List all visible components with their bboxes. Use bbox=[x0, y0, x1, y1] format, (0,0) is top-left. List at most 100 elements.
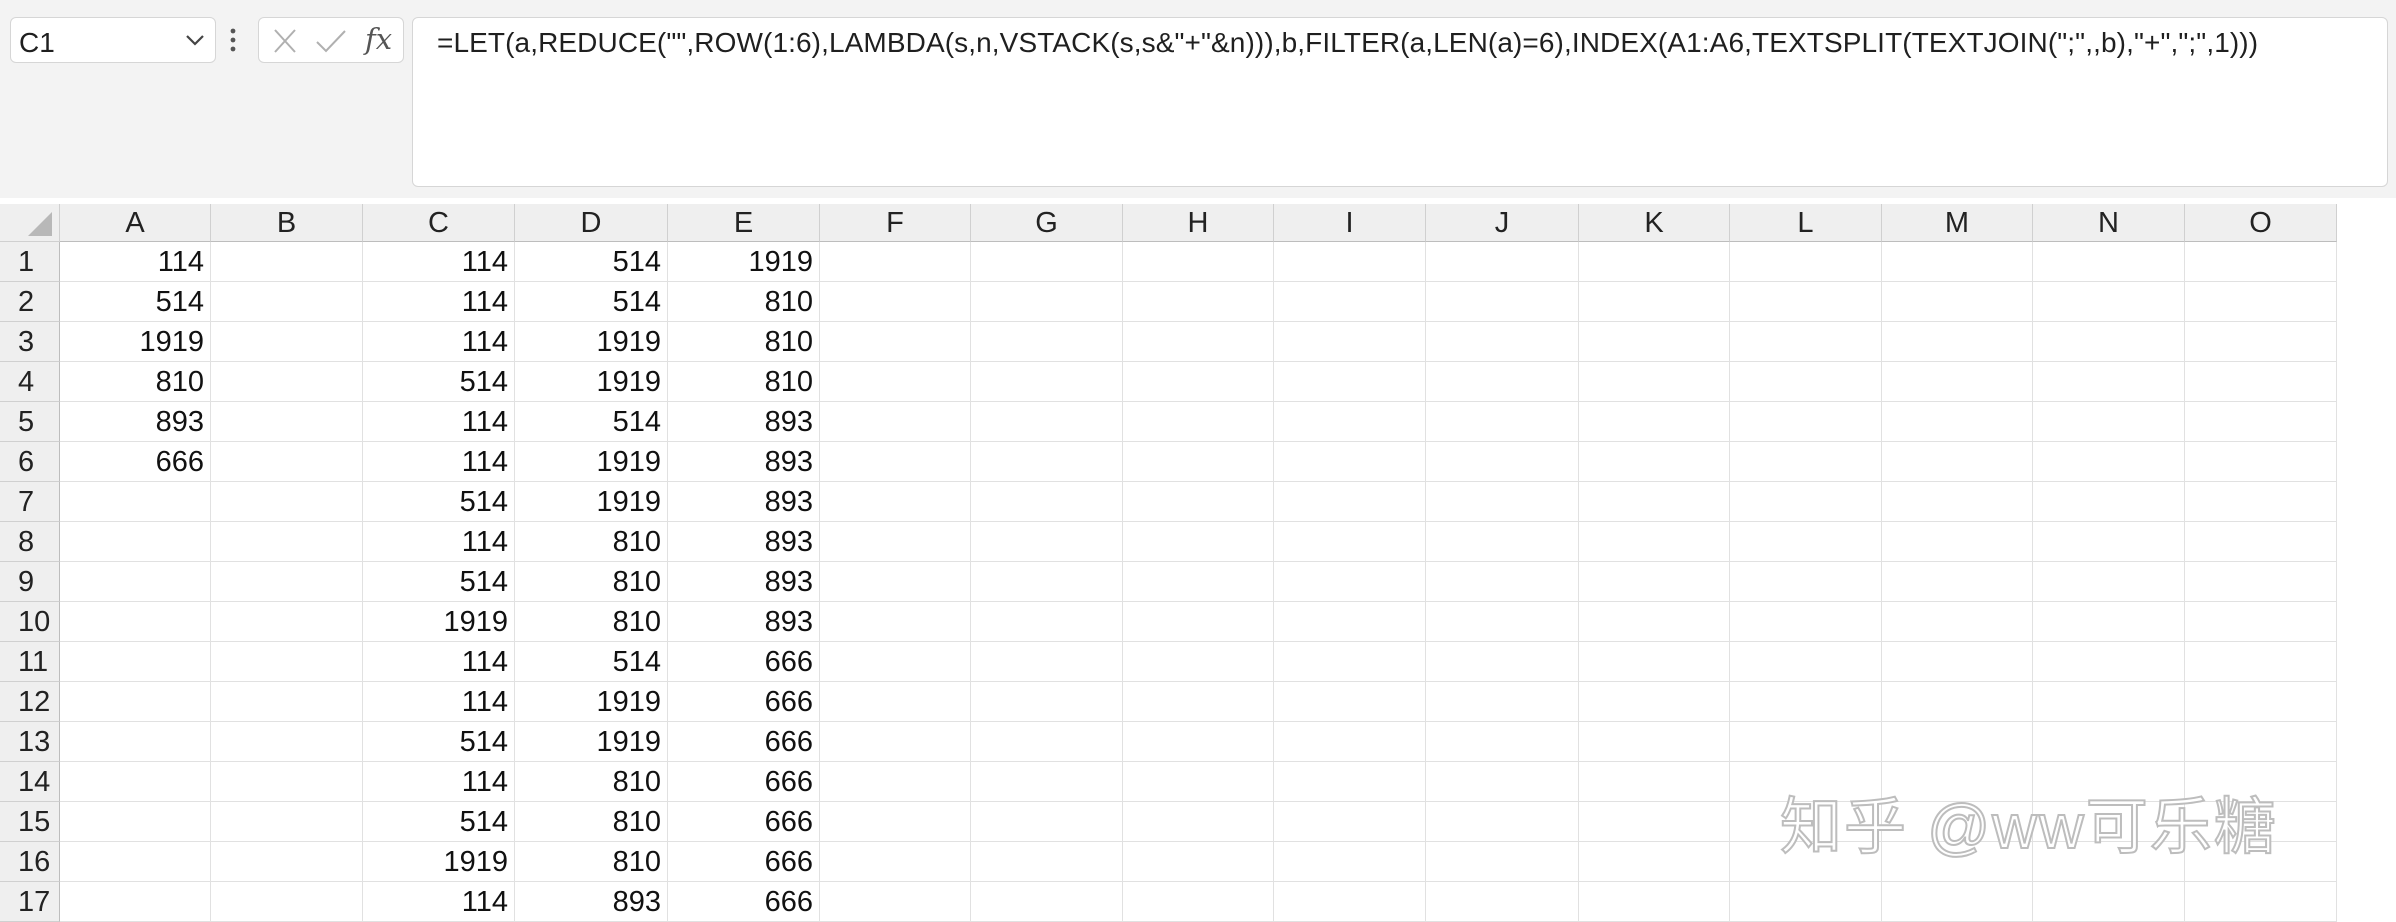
cell-g14[interactable] bbox=[971, 762, 1123, 802]
cell-h3[interactable] bbox=[1123, 322, 1274, 362]
cell-h11[interactable] bbox=[1123, 642, 1274, 682]
cell-l9[interactable] bbox=[1730, 562, 1882, 602]
cell-b12[interactable] bbox=[211, 682, 363, 722]
cell-a1[interactable]: 114 bbox=[60, 242, 211, 282]
cell-j4[interactable] bbox=[1426, 362, 1579, 402]
row-header[interactable]: 3 bbox=[0, 322, 60, 362]
cell-o2[interactable] bbox=[2185, 282, 2337, 322]
cell-c2[interactable]: 114 bbox=[363, 282, 515, 322]
cell-o17[interactable] bbox=[2185, 882, 2337, 922]
cell-c16[interactable]: 1919 bbox=[363, 842, 515, 882]
cell-a7[interactable] bbox=[60, 482, 211, 522]
cell-o1[interactable] bbox=[2185, 242, 2337, 282]
cell-d6[interactable]: 1919 bbox=[515, 442, 668, 482]
cell-o13[interactable] bbox=[2185, 722, 2337, 762]
cell-o4[interactable] bbox=[2185, 362, 2337, 402]
cell-a11[interactable] bbox=[60, 642, 211, 682]
row-header[interactable]: 9 bbox=[0, 562, 60, 602]
cell-f3[interactable] bbox=[820, 322, 971, 362]
cell-c7[interactable]: 514 bbox=[363, 482, 515, 522]
cell-n10[interactable] bbox=[2033, 602, 2185, 642]
cell-a5[interactable]: 893 bbox=[60, 402, 211, 442]
cell-i10[interactable] bbox=[1274, 602, 1426, 642]
cell-h6[interactable] bbox=[1123, 442, 1274, 482]
cell-c11[interactable]: 114 bbox=[363, 642, 515, 682]
vertical-ellipsis-icon[interactable] bbox=[225, 22, 241, 58]
cell-d10[interactable]: 810 bbox=[515, 602, 668, 642]
cell-k8[interactable] bbox=[1579, 522, 1730, 562]
cell-m12[interactable] bbox=[1882, 682, 2033, 722]
cell-l1[interactable] bbox=[1730, 242, 1882, 282]
cell-j17[interactable] bbox=[1426, 882, 1579, 922]
cell-n12[interactable] bbox=[2033, 682, 2185, 722]
cell-c10[interactable]: 1919 bbox=[363, 602, 515, 642]
cell-i14[interactable] bbox=[1274, 762, 1426, 802]
cell-i12[interactable] bbox=[1274, 682, 1426, 722]
cell-h17[interactable] bbox=[1123, 882, 1274, 922]
cell-l10[interactable] bbox=[1730, 602, 1882, 642]
cell-f6[interactable] bbox=[820, 442, 971, 482]
cell-k11[interactable] bbox=[1579, 642, 1730, 682]
column-header-k[interactable]: K bbox=[1579, 204, 1730, 242]
row-header[interactable]: 2 bbox=[0, 282, 60, 322]
column-header-d[interactable]: D bbox=[515, 204, 668, 242]
cell-o11[interactable] bbox=[2185, 642, 2337, 682]
cell-l4[interactable] bbox=[1730, 362, 1882, 402]
cell-k9[interactable] bbox=[1579, 562, 1730, 602]
cell-a17[interactable] bbox=[60, 882, 211, 922]
cell-j16[interactable] bbox=[1426, 842, 1579, 882]
row-header[interactable]: 14 bbox=[0, 762, 60, 802]
cell-i3[interactable] bbox=[1274, 322, 1426, 362]
cell-f11[interactable] bbox=[820, 642, 971, 682]
cell-b4[interactable] bbox=[211, 362, 363, 402]
row-header[interactable]: 12 bbox=[0, 682, 60, 722]
cell-l3[interactable] bbox=[1730, 322, 1882, 362]
cell-n17[interactable] bbox=[2033, 882, 2185, 922]
cell-f7[interactable] bbox=[820, 482, 971, 522]
chevron-down-icon[interactable] bbox=[183, 28, 207, 52]
column-header-l[interactable]: L bbox=[1730, 204, 1882, 242]
cell-b13[interactable] bbox=[211, 722, 363, 762]
cell-e16[interactable]: 666 bbox=[668, 842, 820, 882]
cell-g1[interactable] bbox=[971, 242, 1123, 282]
cell-e6[interactable]: 893 bbox=[668, 442, 820, 482]
cell-g16[interactable] bbox=[971, 842, 1123, 882]
cell-g2[interactable] bbox=[971, 282, 1123, 322]
cell-g15[interactable] bbox=[971, 802, 1123, 842]
row-header[interactable]: 11 bbox=[0, 642, 60, 682]
cell-g17[interactable] bbox=[971, 882, 1123, 922]
cell-a8[interactable] bbox=[60, 522, 211, 562]
cell-d15[interactable]: 810 bbox=[515, 802, 668, 842]
cell-j11[interactable] bbox=[1426, 642, 1579, 682]
cell-o6[interactable] bbox=[2185, 442, 2337, 482]
cell-k5[interactable] bbox=[1579, 402, 1730, 442]
cell-a14[interactable] bbox=[60, 762, 211, 802]
cell-g11[interactable] bbox=[971, 642, 1123, 682]
name-box-value[interactable]: C1 bbox=[19, 27, 55, 59]
cell-b10[interactable] bbox=[211, 602, 363, 642]
cell-m6[interactable] bbox=[1882, 442, 2033, 482]
cell-e11[interactable]: 666 bbox=[668, 642, 820, 682]
cell-d7[interactable]: 1919 bbox=[515, 482, 668, 522]
cell-c15[interactable]: 514 bbox=[363, 802, 515, 842]
cell-a15[interactable] bbox=[60, 802, 211, 842]
cell-b16[interactable] bbox=[211, 842, 363, 882]
formula-bar[interactable]: =LET(a,REDUCE("",ROW(1:6),LAMBDA(s,n,VST… bbox=[412, 17, 2388, 187]
cell-b11[interactable] bbox=[211, 642, 363, 682]
cell-b3[interactable] bbox=[211, 322, 363, 362]
cell-a4[interactable]: 810 bbox=[60, 362, 211, 402]
cell-a6[interactable]: 666 bbox=[60, 442, 211, 482]
cell-k1[interactable] bbox=[1579, 242, 1730, 282]
formula-text[interactable]: =LET(a,REDUCE("",ROW(1:6),LAMBDA(s,n,VST… bbox=[437, 27, 2258, 59]
cell-j10[interactable] bbox=[1426, 602, 1579, 642]
cell-m3[interactable] bbox=[1882, 322, 2033, 362]
cell-k13[interactable] bbox=[1579, 722, 1730, 762]
cell-l8[interactable] bbox=[1730, 522, 1882, 562]
cell-h5[interactable] bbox=[1123, 402, 1274, 442]
column-header-e[interactable]: E bbox=[668, 204, 820, 242]
cell-l12[interactable] bbox=[1730, 682, 1882, 722]
column-header-n[interactable]: N bbox=[2033, 204, 2185, 242]
name-box[interactable]: C1 bbox=[10, 17, 216, 63]
cell-i4[interactable] bbox=[1274, 362, 1426, 402]
cell-m2[interactable] bbox=[1882, 282, 2033, 322]
